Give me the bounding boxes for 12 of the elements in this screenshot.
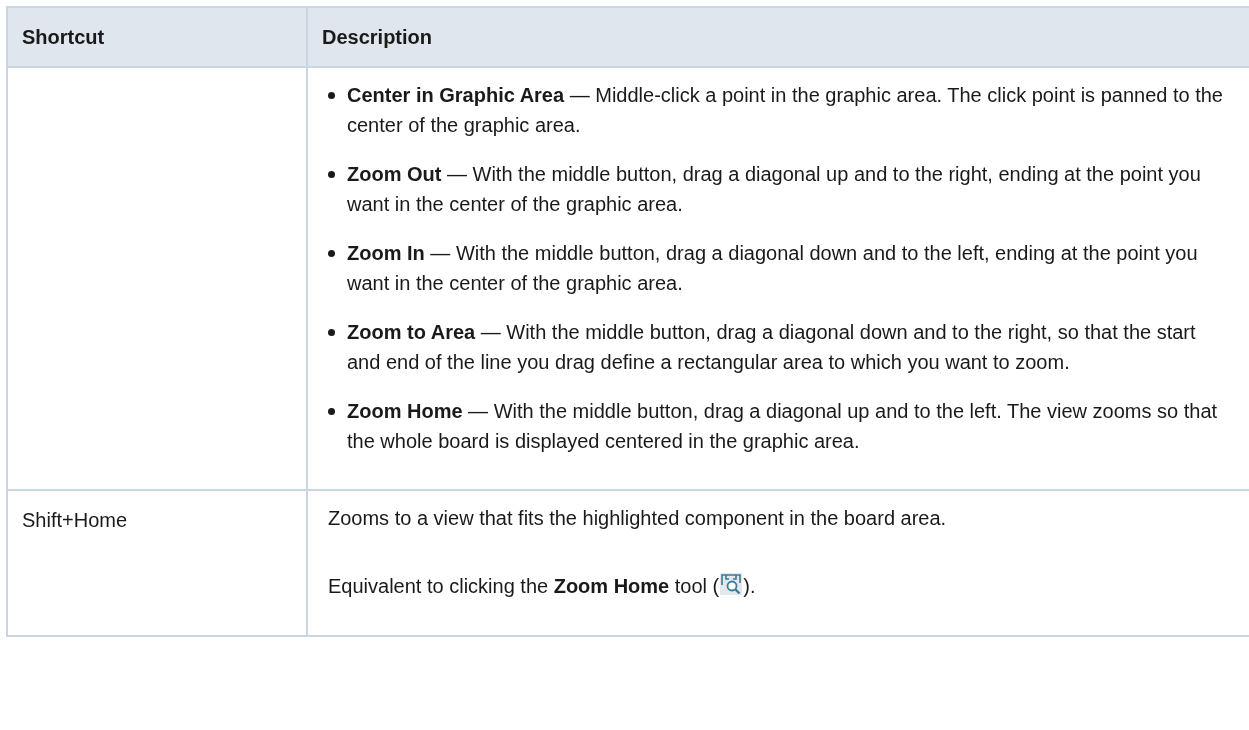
- bullet-text: Zoom In — With the middle button, drag a diagonal down and to the left, ending at the point you want in the center of the graphic area.: [347, 241, 1199, 296]
- bullet-text: Center in Graphic Area — Middle-click a point in the graphic area. The click point is panned to the center of the graphic area.: [347, 83, 1224, 138]
- bullet-text: Zoom Home — With the middle button, drag a diagonal up and to the left. The view zooms so that the whole board is displayed centered in the graphic area.: [347, 399, 1219, 454]
- bullet-text: Zoom Out — With the middle button, drag a diagonal up and to the right, ending at the point you want in the center of the graphic area.: [347, 162, 1202, 217]
- description-text: Zooms to a view that fits the highlighted component in the board area.: [328, 506, 947, 531]
- column-header: Shortcut: [22, 25, 105, 50]
- zoom-magnifier-icon: [720, 573, 743, 595]
- column-header: Description: [322, 25, 433, 50]
- shortcut-text: Shift+Home: [22, 509, 128, 531]
- description-text: Equivalent to clicking the Zoom Home tool (: [328, 575, 720, 597]
- description-text: ).: [743, 575, 756, 597]
- bullet-text: Zoom to Area — With the middle button, drag a diagonal down and to the right, so that the start and end of the line you drag define a rectangular area to which you want to zoom.: [347, 320, 1197, 375]
